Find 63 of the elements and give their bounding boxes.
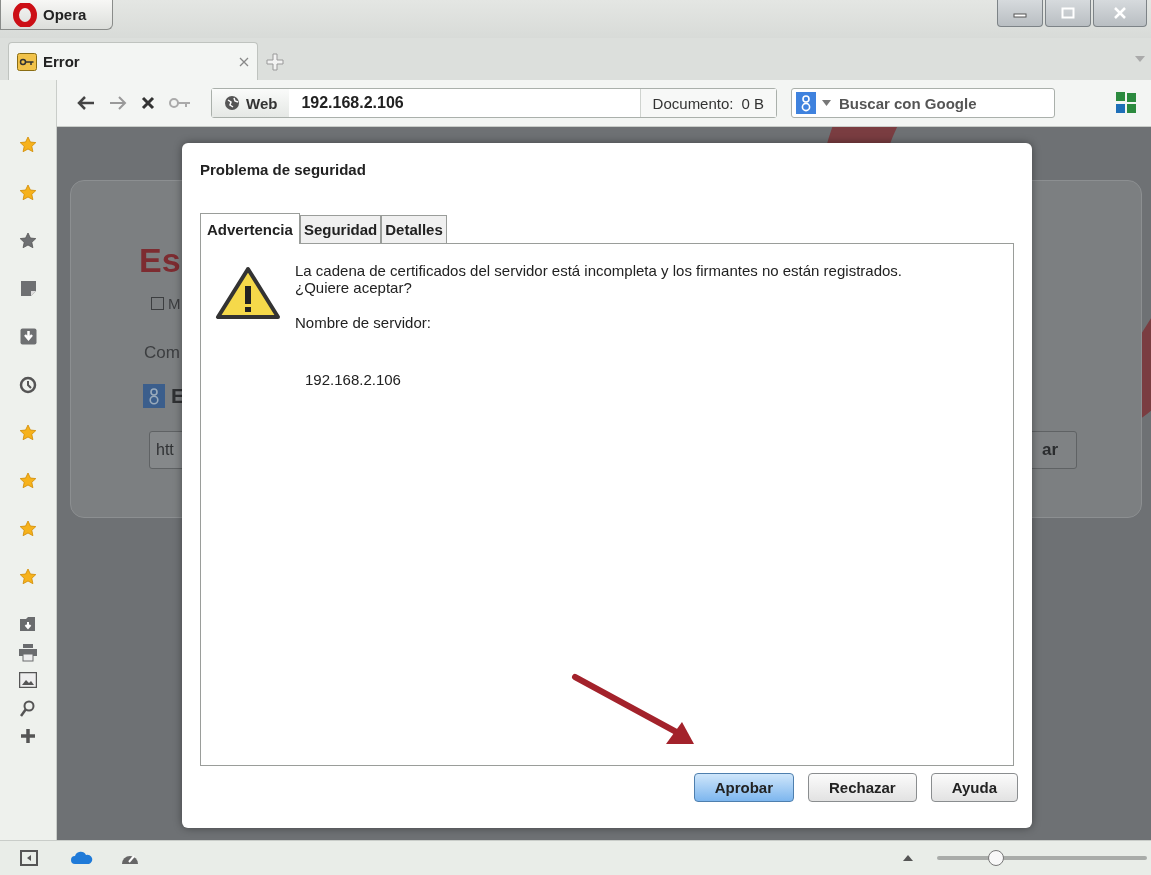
folder-download-icon[interactable]: [19, 616, 37, 632]
cloud-icon[interactable]: [71, 851, 93, 865]
address-bar[interactable]: Web 192.168.2.106 Documento: 0 B: [211, 88, 777, 118]
server-label: Nombre de servidor:: [295, 314, 432, 331]
web-button[interactable]: Web: [212, 89, 290, 117]
bookmark-star-icon[interactable]: [19, 424, 37, 441]
bookmark-star-icon[interactable]: [19, 472, 37, 489]
browser-tab[interactable]: Error: [8, 42, 258, 80]
up-arrow-icon[interactable]: [903, 855, 913, 861]
download-icon[interactable]: [19, 328, 37, 345]
bookmark-star-icon[interactable]: [19, 184, 37, 201]
minimize-button[interactable]: [997, 0, 1043, 27]
forward-icon[interactable]: [109, 96, 127, 110]
google-icon[interactable]: [796, 92, 816, 114]
opera-logo-icon: [13, 2, 37, 27]
server-name: 192.168.2.106: [305, 371, 402, 388]
page-text: Com: [144, 343, 180, 363]
panel-toggle-icon[interactable]: [19, 850, 38, 866]
globe-icon: [224, 95, 240, 111]
close-tab-icon[interactable]: [239, 56, 249, 67]
image-icon[interactable]: [19, 672, 37, 688]
bookmark-star-icon[interactable]: [19, 520, 37, 537]
opera-menu-button[interactable]: Opera: [0, 0, 113, 30]
slider-thumb[interactable]: [987, 850, 1004, 866]
url-field[interactable]: 192.168.2.106: [289, 89, 640, 117]
clock-icon[interactable]: [19, 376, 37, 394]
search-bar[interactable]: Buscar con Google: [791, 88, 1055, 118]
dialog-button[interactable]: Rechazar: [808, 773, 917, 802]
dialog-tab[interactable]: Seguridad: [299, 215, 382, 243]
zoom-slider[interactable]: [937, 849, 1147, 867]
checkbox[interactable]: [151, 297, 164, 310]
dropdown-icon[interactable]: [822, 100, 831, 106]
new-tab-icon[interactable]: [266, 53, 284, 71]
maximize-button[interactable]: [1045, 0, 1091, 27]
note-icon[interactable]: [19, 280, 37, 297]
document-size: 0 B: [741, 94, 764, 112]
document-label: Documento:: [652, 94, 734, 112]
add-icon[interactable]: [20, 728, 36, 744]
key-icon[interactable]: [169, 97, 191, 109]
warning-icon: [215, 266, 281, 320]
bookmark-star-icon[interactable]: [19, 136, 37, 153]
search-icon[interactable]: [20, 700, 36, 718]
maximize-icon: [1061, 7, 1075, 19]
dialog-tab[interactable]: Detalles: [381, 215, 447, 243]
google-icon: [143, 384, 165, 408]
page-heading: Es: [139, 241, 181, 280]
bookmark-star-icon[interactable]: [19, 568, 37, 585]
checkbox-label: M: [168, 295, 181, 312]
dialog-button[interactable]: Ayuda: [930, 773, 1018, 802]
printer-icon[interactable]: [19, 644, 37, 662]
question-text: ¿Quiere aceptar?: [295, 279, 413, 296]
close-button[interactable]: [1093, 0, 1147, 27]
dialog-button[interactable]: Aprobar: [693, 773, 794, 802]
search-field[interactable]: Buscar con Google: [837, 93, 1031, 113]
star-icon[interactable]: [19, 232, 37, 249]
warning-message: La cadena de certificados del servidor está incompleta y los firmantes no están registrados.: [295, 262, 902, 279]
translate-icon[interactable]: [1115, 91, 1137, 115]
stop-icon[interactable]: [141, 96, 155, 110]
dialog-tab[interactable]: Advertencia: [200, 213, 300, 244]
key-icon: [17, 52, 37, 71]
close-icon: [1113, 7, 1127, 19]
back-icon[interactable]: [77, 96, 95, 110]
dialog-title: Problema de seguridad: [200, 161, 367, 178]
